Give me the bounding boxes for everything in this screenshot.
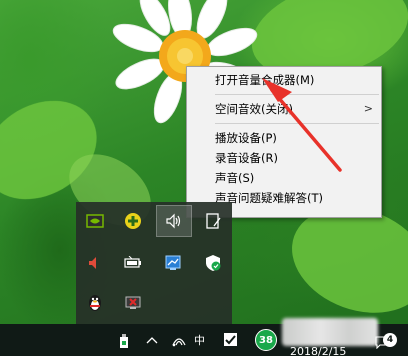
chevron-up-icon[interactable]	[145, 333, 159, 347]
menu-item-spatial-sound[interactable]: 空间音效(关闭) >	[187, 99, 381, 119]
menu-item-label: 打开音量合成器(M)	[215, 73, 315, 87]
menu-item-playback-devices[interactable]: 播放设备(P)	[187, 128, 381, 148]
speaker-muted-icon[interactable]	[84, 252, 106, 274]
tablet-pen-icon[interactable]	[202, 210, 224, 232]
menu-separator	[215, 94, 379, 95]
windows-defender-icon[interactable]	[202, 252, 224, 274]
menu-item-open-volume-mixer[interactable]: 打开音量合成器(M)	[187, 70, 381, 90]
menu-item-label: 空间音效(关闭)	[215, 102, 293, 116]
network-error-icon[interactable]	[122, 292, 144, 314]
submenu-arrow-icon: >	[363, 102, 373, 115]
menu-item-recording-devices[interactable]: 录音设备(R)	[187, 148, 381, 168]
volume-context-menu: 打开音量合成器(M) 空间音效(关闭) > 播放设备(P) 录音设备(R) 声音…	[186, 66, 382, 218]
network-monitor-icon[interactable]	[162, 252, 184, 274]
usb-drive-icon[interactable]	[118, 333, 130, 349]
blurred-region	[282, 318, 378, 346]
taskbar-date[interactable]: 2018/2/15	[290, 345, 346, 356]
menu-item-label: 播放设备(P)	[215, 131, 277, 145]
battery-icon[interactable]	[122, 252, 144, 274]
nvidia-icon[interactable]	[84, 210, 106, 232]
plus-badge-icon[interactable]	[122, 210, 144, 232]
score-badge-value: 38	[259, 334, 273, 346]
menu-separator	[215, 123, 379, 124]
score-badge[interactable]: 38	[255, 329, 277, 351]
menu-item-label: 声音(S)	[215, 171, 255, 185]
notepad-check-icon[interactable]	[222, 331, 238, 347]
menu-item-label: 录音设备(R)	[215, 151, 278, 165]
speaker-icon[interactable]	[156, 205, 192, 237]
ime-indicator[interactable]: 中	[194, 332, 205, 348]
notification-center-icon[interactable]: 4	[375, 333, 399, 351]
qq-penguin-icon[interactable]	[84, 292, 106, 314]
menu-item-sounds[interactable]: 声音(S)	[187, 168, 381, 188]
wifi-icon[interactable]	[170, 332, 188, 348]
notification-count-badge: 4	[383, 333, 397, 347]
